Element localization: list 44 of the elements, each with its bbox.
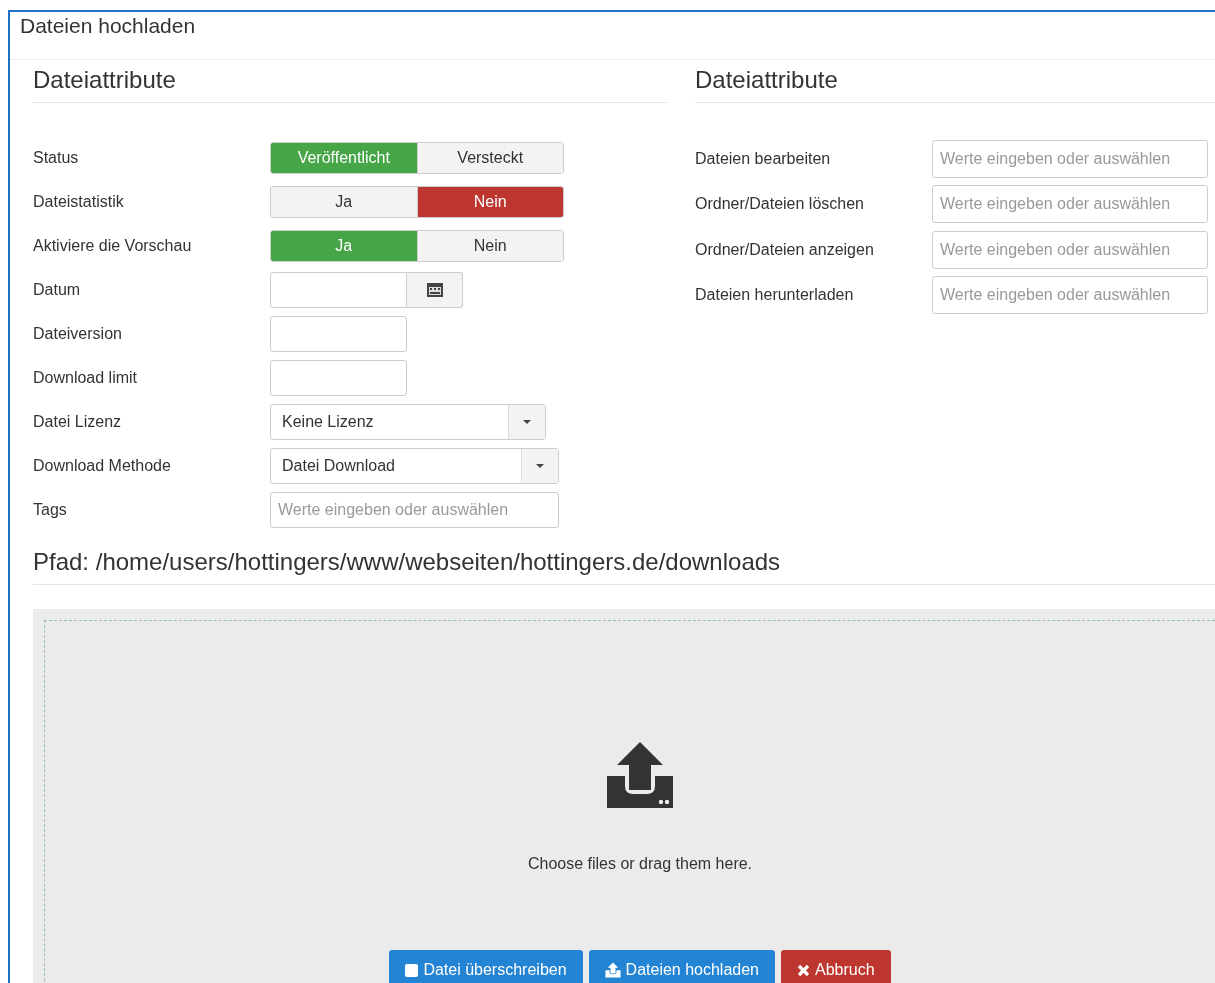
field-label: Download Methode — [33, 457, 172, 475]
date-field[interactable] — [270, 272, 407, 308]
overwrite-button[interactable]: Datei überschreiben — [389, 950, 583, 983]
field-label: Dateiversion — [33, 325, 123, 343]
field-label: Ordner/Dateien anzeigen — [695, 240, 875, 259]
caret-icon — [535, 463, 545, 469]
checkbox[interactable] — [405, 963, 419, 977]
field-label: Dateistatistik — [33, 193, 125, 211]
permission-field[interactable]: Werte eingeben oder auswählen — [932, 276, 1208, 315]
permission-field[interactable]: Werte eingeben oder auswählen — [932, 185, 1208, 224]
text-field[interactable] — [270, 360, 407, 396]
permission-field[interactable]: Werte eingeben oder auswählen — [932, 139, 1208, 178]
field-label: Tags — [33, 501, 68, 519]
field-label: Download limit — [33, 369, 139, 387]
field-label: Aktiviere die Vorschau — [33, 237, 193, 255]
field-label: Dateien bearbeiten — [695, 149, 832, 168]
path-heading: Pfad: /home/users/hottingers/www/webseiten/hottingers.de/downloads — [33, 548, 1215, 585]
toggle-option[interactable]: Ja — [271, 187, 417, 217]
cancel-button[interactable]: Abbruch — [781, 950, 891, 983]
calendar-button[interactable] — [407, 272, 463, 308]
close-icon — [797, 963, 810, 977]
permission-field[interactable]: Werte eingeben oder auswählen — [932, 230, 1208, 269]
text-field[interactable] — [270, 316, 407, 352]
field-label: Dateien herunterladen — [695, 286, 855, 305]
tags-field[interactable]: Werte eingeben oder auswählen — [270, 492, 559, 528]
field-label: Ordner/Dateien löschen — [695, 195, 865, 214]
toggle-option[interactable]: Nein — [416, 187, 563, 217]
upload-button[interactable]: Dateien hochladen — [588, 950, 775, 983]
dropdown[interactable]: Datei Download — [270, 448, 559, 484]
toggle-option[interactable]: Nein — [416, 231, 563, 261]
toggle-option[interactable]: Versteckt — [416, 143, 563, 173]
drop-zone[interactable]: Choose files or drag them here. Datei überschreiben Dateien hochladen Abbruch — [33, 609, 1215, 983]
upload-icon — [605, 740, 675, 810]
section-heading: Dateiattribute — [695, 66, 1215, 103]
section-heading: Dateiattribute — [33, 66, 667, 103]
calendar-icon — [425, 282, 444, 298]
field-label: Datei Lizenz — [33, 413, 123, 431]
window-title: Dateien hochladen — [20, 14, 196, 37]
caret-icon — [522, 419, 532, 425]
field-label: Datum — [33, 281, 82, 299]
field-label: Status — [33, 149, 80, 167]
dropdown[interactable]: Keine Lizenz — [270, 404, 546, 440]
upload-icon — [604, 962, 621, 978]
drop-hint: Choose files or drag them here. — [527, 855, 753, 873]
